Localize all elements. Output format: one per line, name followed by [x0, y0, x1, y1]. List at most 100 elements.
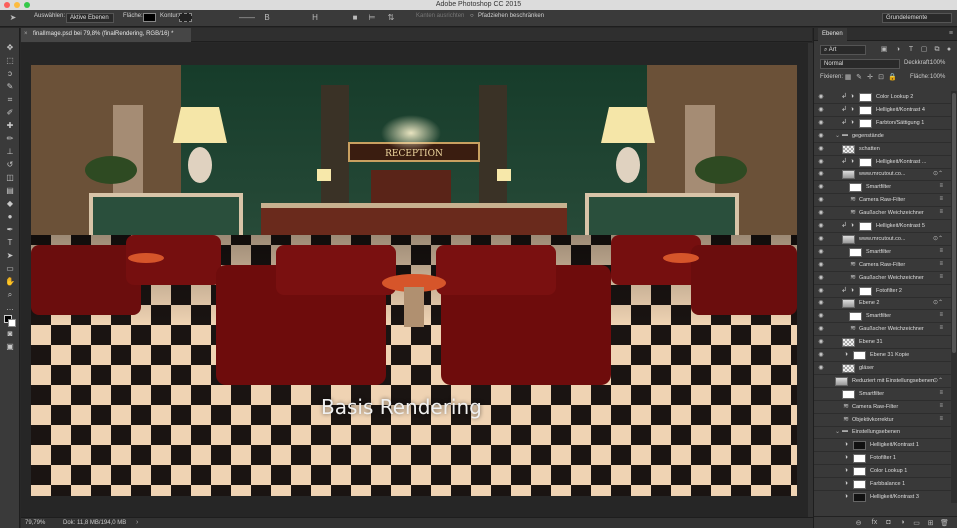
- layer-row[interactable]: ◉ ⌄ ▬ gegenstände: [814, 130, 951, 143]
- filter-options-icon[interactable]: ≡: [939, 403, 943, 409]
- canvas-area[interactable]: RECEPTION Basis Rendering: [21, 43, 808, 517]
- layer-row[interactable]: ◉ ◑ Ebene 31 Kopie: [814, 349, 951, 362]
- marquee-tool-icon[interactable]: ⬚: [3, 55, 17, 66]
- smartobject-filter-icon[interactable]: ⧉: [933, 46, 941, 54]
- filter-options-icon[interactable]: ≡: [939, 274, 943, 280]
- lock-artboard-icon[interactable]: ⊡: [877, 74, 885, 82]
- more-tool-icon[interactable]: …: [3, 302, 17, 313]
- path-operations-icon[interactable]: ■: [350, 13, 360, 23]
- type-tool-icon[interactable]: T: [3, 237, 17, 248]
- smart-object-badge-icon[interactable]: ⊙⌃: [933, 377, 943, 384]
- visibility-eye-icon[interactable]: ◉: [817, 132, 825, 139]
- layer-row[interactable]: ◉ ≋ Gaußscher Weichzeichner ≡: [814, 207, 951, 221]
- dodge-tool-icon[interactable]: ●: [3, 211, 17, 222]
- stroke-width-icon[interactable]: ——: [236, 13, 258, 23]
- group-disclosure-icon[interactable]: ⌄: [835, 132, 840, 139]
- layer-row[interactable]: ◑ Fotofilter 1: [814, 452, 951, 466]
- quick-select-tool-icon[interactable]: ✎: [3, 81, 17, 92]
- layer-row[interactable]: ≋ Camera Raw-Filter ≡: [814, 401, 951, 414]
- screenmode-tool-icon[interactable]: ▣: [3, 341, 17, 352]
- layer-row[interactable]: ◉ ≋ Camera Raw-Filter ≡: [814, 194, 951, 208]
- visibility-eye-icon[interactable]: ◉: [817, 222, 825, 229]
- smart-object-badge-icon[interactable]: ⊙⌃: [933, 299, 943, 306]
- adjustment-filter-icon[interactable]: ◑: [894, 46, 902, 54]
- move-tool-icon[interactable]: ➤: [8, 13, 18, 23]
- visibility-eye-icon[interactable]: ◉: [817, 274, 825, 281]
- filter-visibility-icon[interactable]: ≋: [849, 325, 857, 333]
- mask-icon[interactable]: ◘: [884, 519, 893, 526]
- blur-tool-icon[interactable]: ◆: [3, 198, 17, 209]
- pfadziehen-checkbox-icon[interactable]: ○: [470, 13, 474, 19]
- visibility-eye-icon[interactable]: ◉: [817, 312, 825, 319]
- filter-options-icon[interactable]: ≡: [939, 390, 943, 396]
- layer-row[interactable]: ◉ gläser: [814, 362, 951, 375]
- pixel-filter-icon[interactable]: ▣: [880, 46, 888, 54]
- filter-options-icon[interactable]: ≡: [939, 416, 943, 422]
- filter-options-icon[interactable]: ≡: [939, 196, 943, 202]
- hand-tool-icon[interactable]: ✋: [3, 276, 17, 287]
- crop-tool-icon[interactable]: ⌗: [3, 94, 17, 105]
- layer-row[interactable]: ◉ ↲ ◑ Color Lookup 2: [814, 91, 951, 104]
- panel-menu-icon[interactable]: ≡: [949, 30, 953, 37]
- visibility-eye-icon[interactable]: ◉: [817, 338, 825, 345]
- path-select-tool-icon[interactable]: ➤: [3, 250, 17, 261]
- lasso-tool-icon[interactable]: ↄ: [3, 68, 17, 79]
- layer-row[interactable]: ◉ ↲ ◑ Helligkeit/Kontrast 4: [814, 104, 951, 117]
- layer-row[interactable]: ◑ Farbbalance 1: [814, 478, 951, 491]
- layer-row[interactable]: ⌄ ▬ Einstellungsebenen: [814, 426, 951, 440]
- filter-visibility-icon[interactable]: ≋: [849, 274, 857, 282]
- auswahl-select[interactable]: Aktive Ebenen: [66, 13, 114, 23]
- visibility-eye-icon[interactable]: ◉: [817, 106, 825, 113]
- filter-options-icon[interactable]: ≡: [939, 312, 943, 318]
- visibility-eye-icon[interactable]: ◉: [817, 248, 825, 255]
- lock-transparent-icon[interactable]: ▦: [844, 74, 852, 82]
- history-brush-tool-icon[interactable]: ↺: [3, 159, 17, 170]
- layer-row[interactable]: ◉ Ebene 31: [814, 336, 951, 350]
- opacity-value[interactable]: 100%: [930, 60, 945, 66]
- visibility-eye-icon[interactable]: ◉: [817, 93, 825, 100]
- trash-icon[interactable]: 🗑: [940, 519, 949, 527]
- visibility-eye-icon[interactable]: ◉: [817, 158, 825, 165]
- fill-value[interactable]: 100%: [930, 74, 945, 80]
- visibility-eye-icon[interactable]: ◉: [817, 235, 825, 242]
- path-arrange-icon[interactable]: ⇅: [386, 13, 396, 23]
- type-filter-icon[interactable]: T: [907, 46, 915, 54]
- visibility-eye-icon[interactable]: ◉: [817, 209, 825, 216]
- fill-swatch[interactable]: [143, 13, 156, 22]
- blend-mode-select[interactable]: Normal: [820, 59, 900, 69]
- new-group-icon[interactable]: ▭: [912, 519, 921, 527]
- layer-row[interactable]: ◉ ≋ Gaußscher Weichzeichner ≡: [814, 272, 951, 285]
- width-field-icon[interactable]: B: [262, 13, 272, 23]
- layer-row[interactable]: ◉ ↲ ◑ Helligkeit/Kontrast ...: [814, 156, 951, 169]
- layer-row[interactable]: ◉ ≋ Gaußscher Weichzeichner ≡: [814, 323, 951, 337]
- filter-visibility-icon[interactable]: ≋: [849, 196, 857, 204]
- document-tab[interactable]: × finalImage.psd bei 79,8% (finalRenderi…: [21, 28, 191, 42]
- visibility-eye-icon[interactable]: ◉: [817, 196, 825, 203]
- layer-row[interactable]: ◉ Smartfilter ≡: [814, 181, 951, 195]
- lock-position-icon[interactable]: ✛: [866, 74, 874, 82]
- visibility-eye-icon[interactable]: ◉: [817, 145, 825, 152]
- brush-tool-icon[interactable]: ✏: [3, 133, 17, 144]
- layer-row[interactable]: ◉ Smartfilter ≡: [814, 246, 951, 259]
- layer-row[interactable]: ◉ www.mrcutout.co... ⊙⌃: [814, 233, 951, 246]
- rectangle-tool-icon[interactable]: ▭: [3, 263, 17, 274]
- kanten-ausrichten-label[interactable]: Kanten ausrichten: [416, 13, 464, 19]
- status-menu-icon[interactable]: ›: [136, 519, 138, 526]
- layer-row[interactable]: Reduziert mit Einstellungsebenen ⊙⌃: [814, 375, 951, 388]
- layer-row[interactable]: ◑ Helligkeit/Kontrast 3: [814, 491, 951, 503]
- layer-row[interactable]: ◑ Helligkeit/Kontrast 1: [814, 439, 951, 453]
- pen-tool-icon[interactable]: ✒: [3, 224, 17, 235]
- clone-stamp-tool-icon[interactable]: ⊥: [3, 146, 17, 157]
- colors-tool-icon[interactable]: [3, 315, 17, 327]
- eraser-tool-icon[interactable]: ◫: [3, 172, 17, 183]
- layer-row[interactable]: ◉ ↲ ◑ Helligkeit/Kontrast 5: [814, 220, 951, 233]
- eyedropper-tool-icon[interactable]: ✐: [3, 107, 17, 118]
- filter-options-icon[interactable]: ≡: [939, 209, 943, 215]
- smart-object-badge-icon[interactable]: ⊙⌃: [933, 235, 943, 242]
- healing-tool-icon[interactable]: ✚: [3, 120, 17, 131]
- filter-visibility-icon[interactable]: ≋: [842, 403, 850, 411]
- layer-row[interactable]: ◉ Smartfilter ≡: [814, 310, 951, 324]
- gradient-tool-icon[interactable]: ▤: [3, 185, 17, 196]
- tab-ebenen[interactable]: Ebenen: [818, 28, 847, 41]
- filter-toggle-icon[interactable]: ●: [945, 46, 953, 54]
